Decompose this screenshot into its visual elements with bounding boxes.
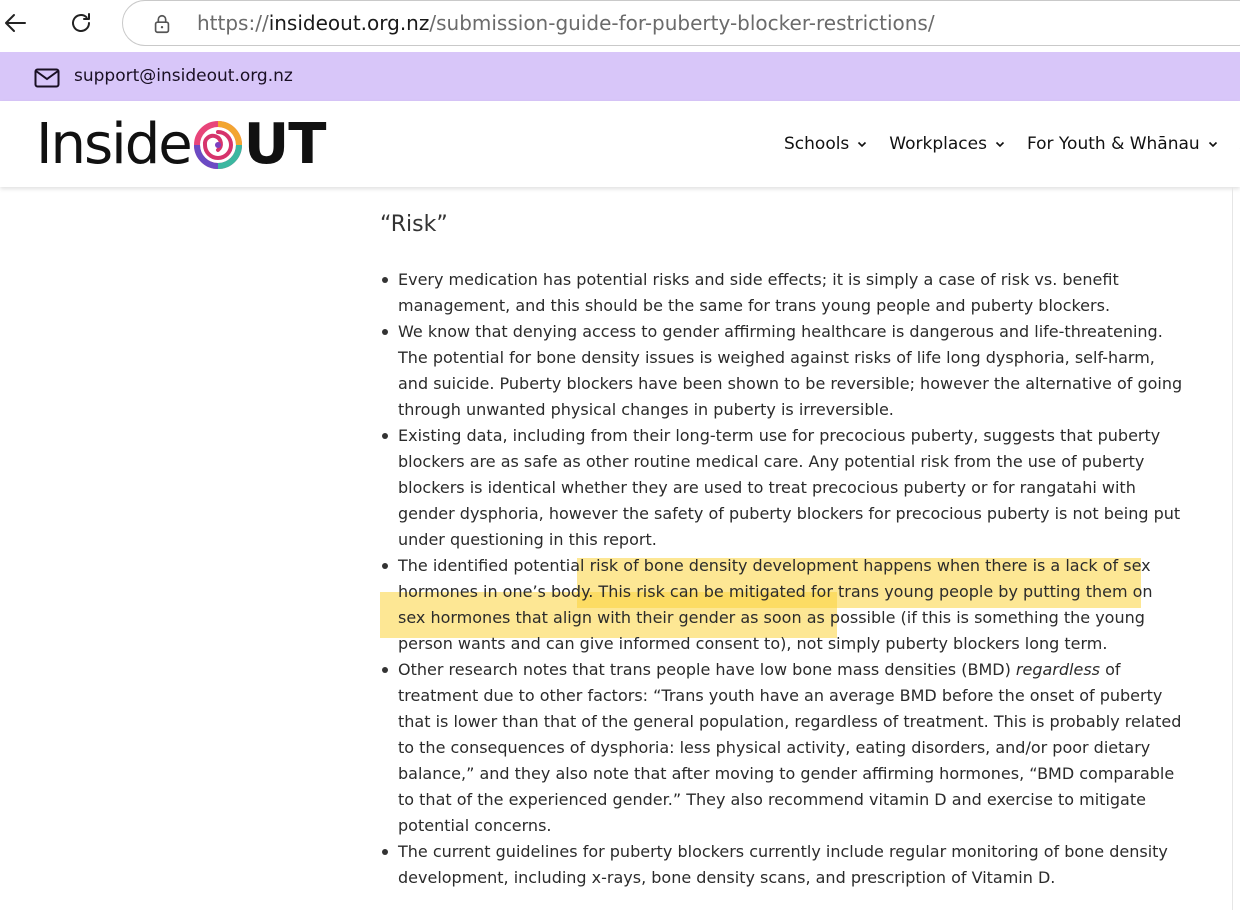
- url-text[interactable]: https://insideout.org.nz/submission-guid…: [197, 11, 935, 35]
- koru-swirl-logo-icon: [193, 121, 242, 169]
- menu-item-label: Workplaces: [889, 134, 987, 154]
- bullet-text: of treatment due to other factors: “Tran…: [398, 660, 1182, 835]
- menu-item-workplaces[interactable]: Workplaces: [889, 134, 1005, 154]
- list-item: Other research notes that trans people h…: [380, 657, 1183, 839]
- address-bar[interactable]: https://insideout.org.nz/submission-guid…: [122, 0, 1240, 46]
- menu-item-label: Schools: [784, 134, 850, 154]
- menu-item-schools[interactable]: Schools: [784, 134, 867, 154]
- browser-toolbar: https://insideout.org.nz/submission-guid…: [0, 0, 1240, 52]
- list-item: Existing data, including from their long…: [380, 423, 1183, 553]
- page-edge-divider: [1232, 187, 1233, 910]
- support-email-link[interactable]: support@insideout.org.nz: [74, 66, 293, 86]
- url-domain: insideout.org.nz: [268, 11, 430, 35]
- reload-button[interactable]: [64, 6, 98, 40]
- bullet-text: Other research notes that trans people h…: [398, 660, 1016, 679]
- list-item: The current guidelines for puberty block…: [380, 839, 1183, 891]
- arrow-left-icon: [5, 14, 26, 32]
- lock-icon: [154, 14, 170, 34]
- italic-text: regardless: [1015, 660, 1100, 679]
- chevron-down-icon: [1208, 141, 1217, 148]
- back-button[interactable]: [0, 6, 32, 40]
- contact-bar: support@insideout.org.nz: [0, 52, 1240, 101]
- menu-item-youth-whanau[interactable]: For Youth & Whānau: [1027, 134, 1218, 154]
- risk-bullet-list: Every medication has potential risks and…: [380, 267, 1183, 891]
- reload-icon: [72, 13, 90, 32]
- site-logo[interactable]: Inside UT: [36, 112, 327, 177]
- list-item: We know that denying access to gender af…: [380, 319, 1183, 423]
- url-scheme: https://: [197, 11, 269, 35]
- logo-text-inside: Inside: [36, 112, 193, 177]
- menu-item-label: For Youth & Whānau: [1026, 134, 1200, 154]
- main-menu: Schools Workplaces For Youth & Whānau Ab: [784, 134, 1240, 154]
- logo-text-ut: UT: [243, 112, 327, 177]
- site-header: Inside UT Schools Workplaces For Youth &…: [0, 101, 1240, 187]
- chevron-down-icon: [858, 141, 867, 148]
- section-title: “Risk”: [380, 212, 448, 237]
- chevron-down-icon: [995, 141, 1005, 148]
- url-path: /submission-guide-for-puberty-blocker-re…: [429, 11, 935, 35]
- mail-icon: [34, 68, 60, 88]
- list-item: The identified potential risk of bone de…: [380, 553, 1183, 657]
- list-item: Every medication has potential risks and…: [380, 267, 1183, 319]
